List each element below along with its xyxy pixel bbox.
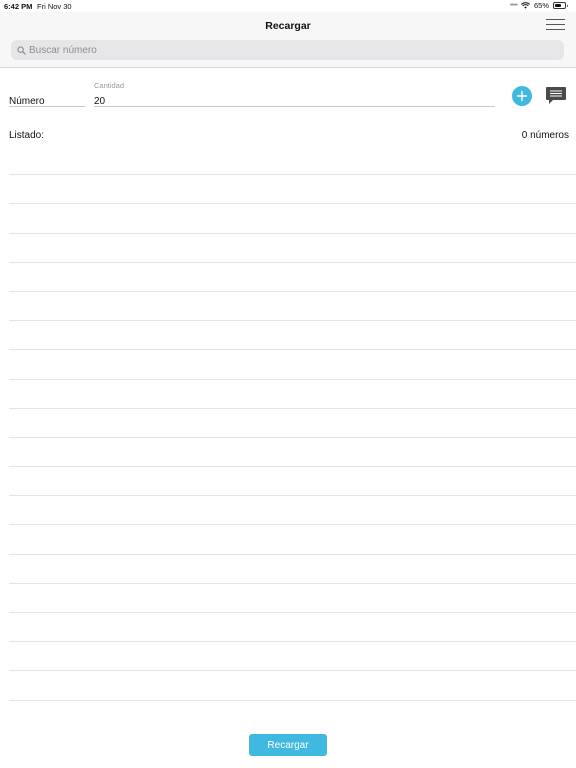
listado-header: Listado: 0 números (0, 130, 576, 142)
cantidad-label: Cantidad (94, 81, 125, 90)
cantidad-field[interactable] (94, 91, 495, 107)
menu-line (546, 29, 565, 30)
battery-icon (553, 2, 568, 9)
numero-field[interactable] (9, 91, 85, 107)
list-item (9, 555, 576, 584)
list-item (9, 350, 576, 380)
list-item (9, 642, 576, 672)
list-item (9, 234, 576, 263)
numero-input[interactable] (9, 96, 85, 107)
battery-percent: 65% (533, 1, 549, 10)
wifi-icon (521, 2, 530, 9)
list-item (9, 292, 576, 322)
signal-icon: ••••• (509, 2, 518, 9)
page-title: Recargar (265, 20, 311, 32)
number-list (9, 146, 576, 701)
list-item (9, 380, 576, 409)
search-icon (17, 45, 26, 55)
hamburger-icon[interactable] (546, 17, 565, 32)
menu-line (546, 19, 565, 20)
list-item (9, 146, 576, 176)
search-input[interactable] (29, 44, 549, 56)
list-item (9, 671, 576, 701)
cantidad-input[interactable] (94, 96, 495, 107)
list-item (9, 175, 576, 205)
list-item (9, 204, 576, 234)
listado-label: Listado: (9, 130, 45, 141)
recharge-form: Cantidad (0, 76, 576, 116)
list-item (9, 613, 576, 643)
search-bar[interactable] (11, 40, 564, 60)
list-item (9, 263, 576, 292)
add-number-button[interactable] (512, 86, 532, 106)
status-date: Fri Nov 30 (37, 2, 72, 11)
status-right: ••••• 65% (509, 1, 568, 10)
list-item (9, 496, 576, 526)
message-icon[interactable] (545, 85, 567, 107)
list-item (9, 409, 576, 438)
menu-line (546, 24, 565, 25)
list-item (9, 438, 576, 468)
battery-fill (555, 4, 561, 7)
list-item (9, 321, 576, 351)
list-item (9, 467, 576, 497)
plus-icon (516, 90, 528, 102)
navigation-bar: Recargar (0, 12, 576, 68)
list-item (9, 584, 576, 613)
list-item (9, 525, 576, 555)
status-time: 6:42 PM (4, 2, 33, 11)
status-bar: 6:42 PM Fri Nov 30 ••••• 65% (0, 0, 576, 12)
recargar-button[interactable]: Recargar (249, 734, 327, 756)
number-count: 0 números (521, 130, 569, 141)
